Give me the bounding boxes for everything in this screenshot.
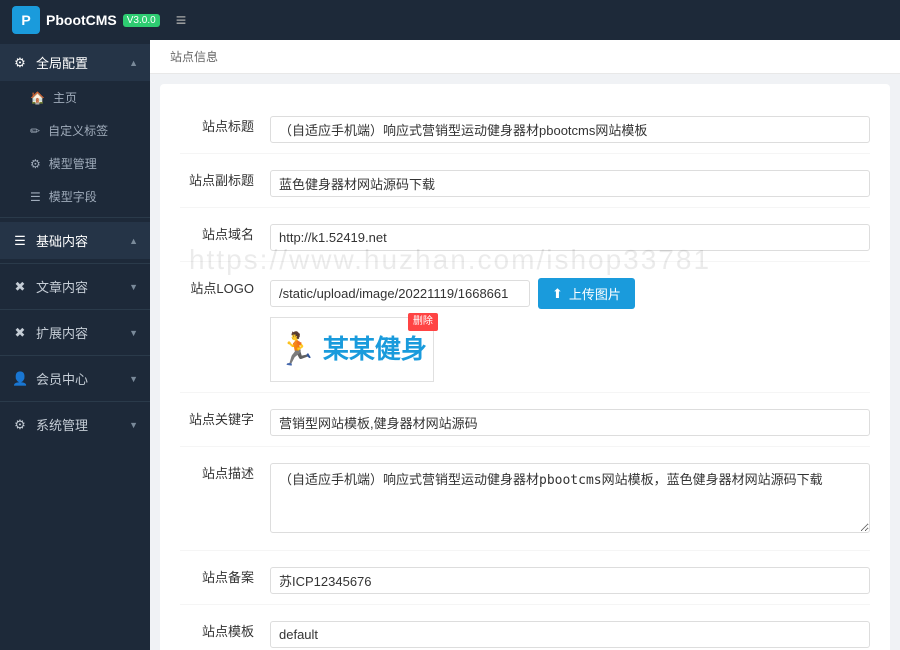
upload-btn-label: 上传图片 <box>569 284 621 303</box>
sidebar-item-huiyuan[interactable]: 👤 会员中心 <box>0 360 150 397</box>
muban-input[interactable] <box>270 621 870 648</box>
breadcrumb-item: 站点信息 <box>170 48 218 65</box>
field-row-muban: 站点模板 <box>180 605 870 650</box>
home-icon: 🏠 <box>30 91 45 105</box>
sidebar-sub-ziduan[interactable]: ☰ 模型字段 <box>0 180 150 213</box>
logo-preview-wrapper: 🏃 某某健身 删除 <box>270 317 434 382</box>
sidebar-sub-zhuye[interactable]: 🏠 主页 <box>0 81 150 114</box>
field-label-miaoshu: 站点描述 <box>180 457 270 482</box>
sidebar-item-label: 文章内容 <box>36 277 88 296</box>
fubiaoqian-input[interactable] <box>270 170 870 197</box>
field-row-yuming: 站点域名 <box>180 208 870 262</box>
field-value-yuming <box>270 218 870 251</box>
system-icon: ⚙ <box>12 417 28 433</box>
logo-preview-icon: 🏃 <box>277 324 317 375</box>
field-row-biaoti: 站点标题 <box>180 100 870 154</box>
field-row-logo: 站点LOGO ⬆ 上传图片 🏃 某某健身 <box>180 262 870 393</box>
sidebar-item-label: 基础内容 <box>36 231 88 250</box>
sidebar: ⚙ 全局配置 🏠 主页 ✏ 自定义标签 ⚙ 模型管理 ☰ 模型字段 ☰ 基础内容… <box>0 40 150 650</box>
sidebar-item-kuozhan[interactable]: ✖ 扩展内容 <box>0 314 150 351</box>
divider2 <box>0 263 150 264</box>
member-icon: 👤 <box>12 371 28 387</box>
field-value-miaoshu <box>270 457 870 540</box>
field-row-beian: 站点备案 <box>180 551 870 605</box>
sidebar-sub-moxing[interactable]: ⚙ 模型管理 <box>0 147 150 180</box>
sidebar-sub-label: 主页 <box>53 89 77 106</box>
field-label-fubiaoqian: 站点副标题 <box>180 164 270 189</box>
sidebar-item-quanju[interactable]: ⚙ 全局配置 <box>0 44 150 81</box>
sidebar-sub-label: 模型管理 <box>49 155 97 172</box>
logo-preview-text: 🏃 某某健身 <box>277 324 427 375</box>
version-badge: V3.0.0 <box>123 14 160 27</box>
divider1 <box>0 217 150 218</box>
biaoti-input[interactable] <box>270 116 870 143</box>
upload-icon: ⬆ <box>552 286 563 302</box>
sidebar-item-label: 会员中心 <box>36 369 88 388</box>
sidebar-item-xitong[interactable]: ⚙ 系统管理 <box>0 406 150 443</box>
settings-icon: ⚙ <box>12 55 28 71</box>
field-value-fubiaoqian <box>270 164 870 197</box>
field-label-biaoti: 站点标题 <box>180 110 270 135</box>
logo-icon: P <box>12 6 40 34</box>
model-icon: ⚙ <box>30 157 41 171</box>
field-row-guanjianci: 站点关键字 <box>180 393 870 447</box>
miaoshu-textarea[interactable] <box>270 463 870 533</box>
field-label-logo: 站点LOGO <box>180 272 270 297</box>
sidebar-item-label: 扩展内容 <box>36 323 88 342</box>
field-label-yuming: 站点域名 <box>180 218 270 243</box>
field-label-guanjianci: 站点关键字 <box>180 403 270 428</box>
form-area: 站点标题 站点副标题 站点域名 站点LOGO <box>160 84 890 650</box>
sidebar-sub-label: 模型字段 <box>49 188 97 205</box>
sidebar-item-label: 全局配置 <box>36 53 88 72</box>
delete-badge[interactable]: 删除 <box>408 313 438 331</box>
sidebar-sub-label: 自定义标签 <box>48 122 108 139</box>
logo-path-input[interactable] <box>270 280 530 307</box>
field-value-muban <box>270 615 870 648</box>
field-row-fubiaoqian: 站点副标题 <box>180 154 870 208</box>
sidebar-item-jichu[interactable]: ☰ 基础内容 <box>0 222 150 259</box>
topbar: P PbootCMS V3.0.0 ≡ <box>0 0 900 40</box>
field-icon: ☰ <box>30 190 41 204</box>
menu-toggle-icon[interactable]: ≡ <box>176 10 187 31</box>
article-icon: ✖ <box>12 279 28 295</box>
sidebar-item-label: 系统管理 <box>36 415 88 434</box>
field-value-guanjianci <box>270 403 870 436</box>
logo-row: ⬆ 上传图片 <box>270 278 870 309</box>
logo-preview-brand: 某某健身 <box>323 329 427 371</box>
divider3 <box>0 309 150 310</box>
main-layout: ⚙ 全局配置 🏠 主页 ✏ 自定义标签 ⚙ 模型管理 ☰ 模型字段 ☰ 基础内容… <box>0 40 900 650</box>
extend-icon: ✖ <box>12 325 28 341</box>
yuming-input[interactable] <box>270 224 870 251</box>
sidebar-item-wenzhang[interactable]: ✖ 文章内容 <box>0 268 150 305</box>
field-value-beian <box>270 561 870 594</box>
field-row-miaoshu: 站点描述 <box>180 447 870 551</box>
logo-area: P PbootCMS V3.0.0 <box>12 6 160 34</box>
field-label-muban: 站点模板 <box>180 615 270 640</box>
beian-input[interactable] <box>270 567 870 594</box>
main-content: 站点信息 站点标题 站点副标题 站点域名 <box>150 40 900 650</box>
field-value-logo: ⬆ 上传图片 🏃 某某健身 删除 <box>270 272 870 382</box>
sidebar-sub-biaoqian[interactable]: ✏ 自定义标签 <box>0 114 150 147</box>
breadcrumb: 站点信息 <box>150 40 900 74</box>
tag-icon: ✏ <box>30 124 40 138</box>
upload-button[interactable]: ⬆ 上传图片 <box>538 278 635 309</box>
divider5 <box>0 401 150 402</box>
app-title: PbootCMS <box>46 12 117 28</box>
guanjianci-input[interactable] <box>270 409 870 436</box>
field-value-biaoti <box>270 110 870 143</box>
field-label-beian: 站点备案 <box>180 561 270 586</box>
content-icon: ☰ <box>12 233 28 249</box>
divider4 <box>0 355 150 356</box>
